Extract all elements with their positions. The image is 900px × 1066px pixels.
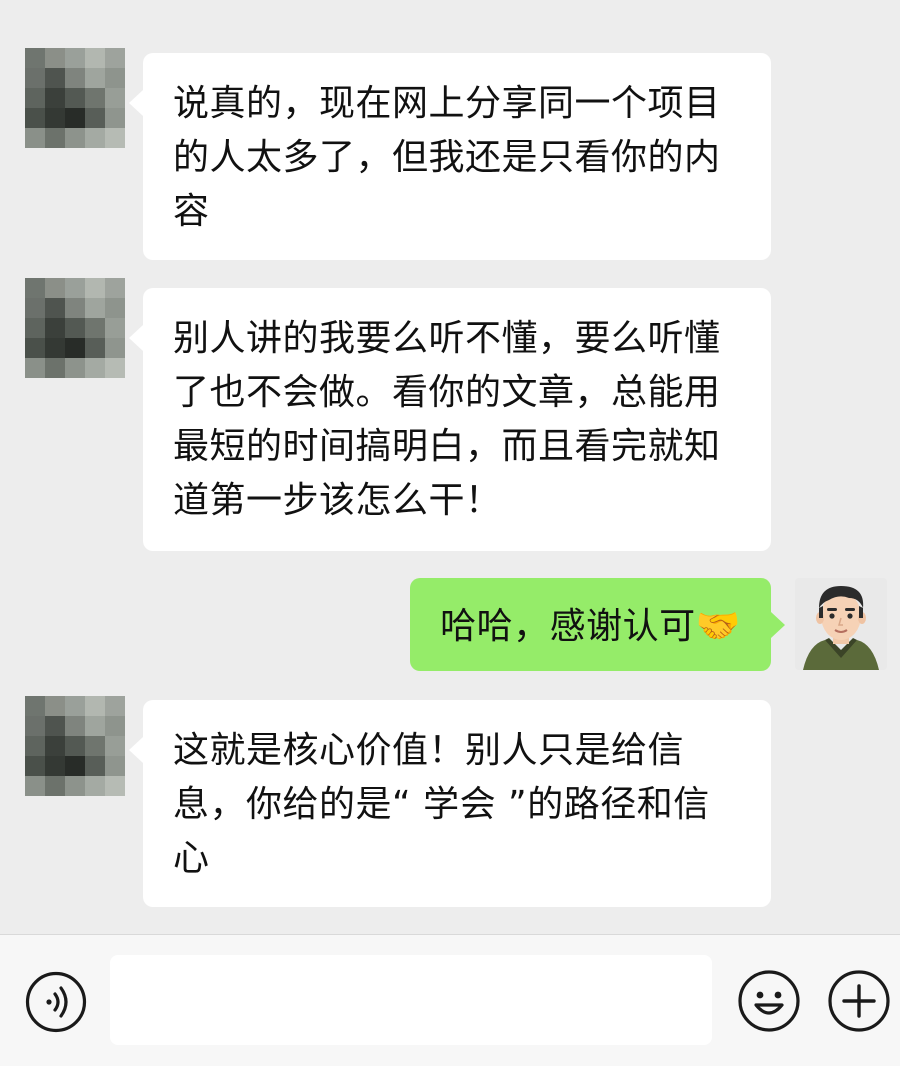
message-line: 别人讲的我要么听不懂，要么听懂 [173, 318, 721, 359]
message-line: 心 [173, 838, 210, 879]
message-line: 息，你给的是“ 学会 ”的路径和信 [173, 784, 710, 825]
blurred-avatar-image [25, 48, 125, 148]
message-text: 哈哈，感谢认可 [440, 606, 696, 647]
message-bubble-incoming[interactable]: 别人讲的我要么听不懂，要么听懂 了也不会做。看你的文章，总能用 最短的时间搞明白… [129, 288, 771, 551]
chat-input-bar [0, 934, 900, 1066]
handshake-emoji-icon: 🤝 [695, 606, 741, 647]
contact-avatar[interactable] [25, 278, 125, 378]
cartoon-man-avatar-icon [795, 578, 887, 670]
plus-icon [828, 970, 890, 1032]
message-line: 道第一步该怎么干！ [173, 480, 502, 521]
message-line: 了也不会做。看你的文章，总能用 [173, 372, 721, 413]
message-bubble-incoming[interactable]: 说真的，现在网上分享同一个项目 的人太多了，但我还是只看你的内 容 [129, 53, 771, 260]
more-options-button[interactable] [827, 969, 891, 1033]
emoji-button[interactable] [737, 969, 801, 1033]
message-bubble-incoming[interactable]: 这就是核心价值！别人只是给信 息，你给的是“ 学会 ”的路径和信 心 [129, 700, 771, 907]
blurred-avatar-image [25, 696, 125, 796]
message-input[interactable] [110, 955, 712, 1045]
contact-avatar[interactable] [25, 48, 125, 148]
blurred-avatar-image [25, 278, 125, 378]
voice-button[interactable] [25, 971, 87, 1033]
message-line: 说真的，现在网上分享同一个项目 [173, 83, 721, 124]
message-bubble-outgoing[interactable]: 哈哈，感谢认可🤝 [410, 578, 785, 671]
emoji-icon [738, 970, 800, 1032]
chat-area: 说真的，现在网上分享同一个项目 的人太多了，但我还是只看你的内 容 别人讲的我要… [0, 0, 900, 934]
message-line: 最短的时间搞明白，而且看完就知 [173, 426, 721, 467]
voice-icon [25, 971, 87, 1033]
message-line: 这就是核心价值！别人只是给信 [173, 730, 685, 771]
my-avatar[interactable] [795, 578, 887, 670]
message-line: 的人太多了，但我还是只看你的内 [173, 137, 721, 178]
message-line: 容 [173, 191, 210, 232]
contact-avatar[interactable] [25, 696, 125, 796]
